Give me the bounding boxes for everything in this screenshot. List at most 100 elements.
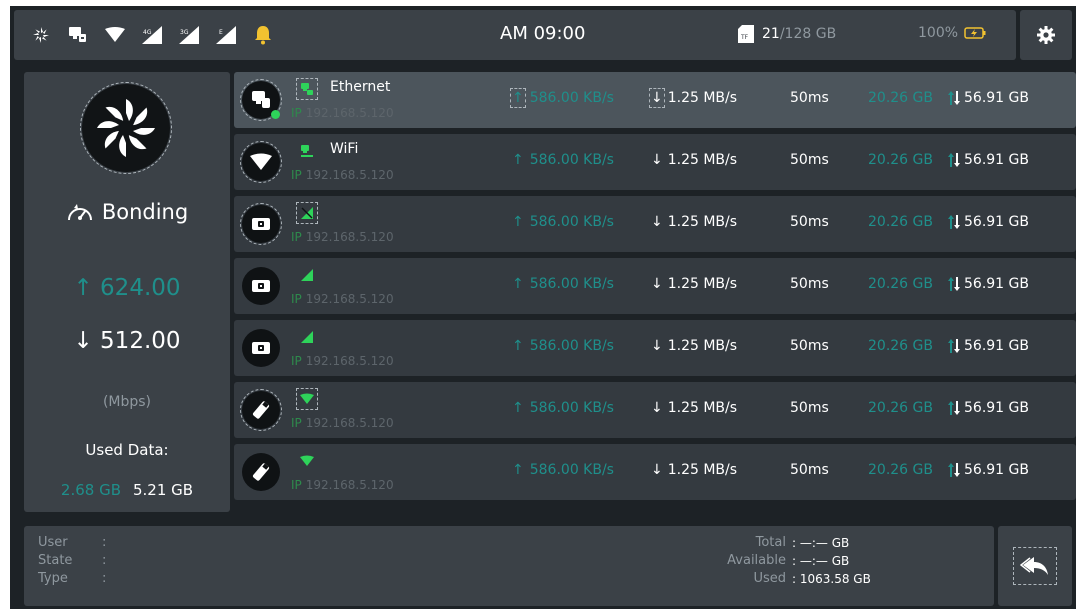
upload-value: 586.00 KB/s bbox=[529, 462, 614, 478]
battery-charging-icon bbox=[964, 27, 986, 39]
download-value: 1.25 MB/s bbox=[667, 214, 738, 230]
data-quota: Total: —:— GB Available: —:— GB Used: 10… bbox=[700, 534, 871, 588]
link-name: WiFi bbox=[330, 141, 359, 157]
signal-3g-icon: 3G bbox=[178, 24, 200, 46]
received-value: 56.91 GB bbox=[964, 152, 1029, 168]
sd-card-label: TF bbox=[740, 34, 749, 41]
latency: 50ms bbox=[790, 214, 829, 230]
back-button[interactable] bbox=[998, 526, 1072, 606]
upload-value: 586.00 KB/s bbox=[529, 152, 614, 168]
bonding-upload-value: 624.00 bbox=[100, 275, 181, 301]
upload-rate: ↑ 586.00 KB/s bbox=[512, 462, 614, 478]
storage-total: /128 GB bbox=[779, 26, 837, 42]
arrow-up-icon: ↑ bbox=[512, 400, 524, 416]
type-label: Type bbox=[38, 571, 68, 586]
account-info-bar: User: State: Type: Total: —:— GB Availab… bbox=[24, 526, 994, 606]
link-ip: IP 192.168.5.120 bbox=[291, 478, 394, 492]
download-rate: ↓ 1.25 MB/s bbox=[651, 276, 737, 292]
link-row-modem-1[interactable]: IP 192.168.5.120 ↑ 586.00 KB/s ↓ 1.25 MB/s … bbox=[234, 196, 1076, 252]
data-received: 56.91 GB bbox=[947, 276, 1029, 292]
rate-unit: (Mbps) bbox=[102, 394, 152, 410]
user-label: User bbox=[38, 535, 68, 550]
state-label: State bbox=[38, 553, 73, 568]
link-row-usb-1[interactable]: IP 192.168.5.120 ↑ 586.00 KB/s ↓ 1.25 MB/s … bbox=[234, 382, 1076, 438]
used-data-label: Used Data: bbox=[85, 441, 169, 459]
link-row-usb-2[interactable]: IP 192.168.5.120 ↑ 586.00 KB/s ↓ 1.25 MB/s … bbox=[234, 444, 1076, 500]
received-value: 56.91 GB bbox=[964, 338, 1029, 354]
data-received: 56.91 GB bbox=[947, 90, 1029, 106]
up-down-arrows-icon bbox=[947, 400, 961, 416]
ip-label: IP bbox=[291, 230, 302, 244]
sd-card-icon: TF bbox=[738, 25, 754, 43]
modem-icon bbox=[252, 218, 270, 230]
link-row-modem-3[interactable]: IP 192.168.5.120 ↑ 586.00 KB/s ↓ 1.25 MB/s … bbox=[234, 320, 1076, 376]
used-data-values: 2.68 GB 5.21 GB bbox=[24, 481, 230, 499]
download-value: 1.25 MB/s bbox=[667, 276, 738, 292]
ip-label: IP bbox=[291, 478, 302, 492]
settings-button[interactable] bbox=[1020, 10, 1072, 60]
upload-value: 586.00 KB/s bbox=[529, 214, 614, 230]
bonding-panel: Bonding ↑ 624.00 ↓ 512.00 (Mbps) Used Da… bbox=[24, 72, 230, 512]
signal-4g-icon: 4G bbox=[141, 24, 163, 46]
modem-icon bbox=[252, 280, 270, 292]
signal-strength-icon bbox=[298, 266, 316, 284]
data-sent: 20.26 GB bbox=[868, 338, 933, 354]
user-value: : bbox=[102, 535, 107, 550]
network-4g-label: 4G bbox=[143, 29, 152, 36]
download-value: 1.25 MB/s bbox=[667, 152, 738, 168]
data-sent: 20.26 GB bbox=[868, 462, 933, 478]
download-value: 1.25 MB/s bbox=[667, 462, 738, 478]
received-value: 56.91 GB bbox=[964, 214, 1029, 230]
up-down-arrows-icon bbox=[947, 90, 961, 106]
ip-label: IP bbox=[291, 354, 302, 368]
ip-label: IP bbox=[291, 106, 302, 120]
data-sent: 20.26 GB bbox=[868, 152, 933, 168]
link-icon bbox=[240, 79, 282, 121]
back-arrow-icon bbox=[1013, 547, 1057, 585]
arrow-down-icon: ↓ bbox=[651, 338, 663, 354]
status-dot bbox=[271, 110, 280, 119]
app-logo bbox=[80, 82, 172, 174]
download-rate: ↓ 1.25 MB/s bbox=[651, 152, 737, 168]
ethernet-icon bbox=[252, 91, 270, 108]
download-rate: ↓ 1.25 MB/s bbox=[651, 214, 737, 230]
battery-indicator: 100% bbox=[918, 25, 986, 41]
arrow-down-icon: ↓ bbox=[73, 328, 93, 354]
usb-dongle-icon bbox=[252, 463, 270, 481]
up-down-arrows-icon bbox=[947, 276, 961, 292]
bonding-download-value: 512.00 bbox=[100, 328, 181, 354]
total-label: Total bbox=[755, 535, 786, 550]
speedometer-icon bbox=[67, 204, 92, 221]
received-value: 56.91 GB bbox=[964, 276, 1029, 292]
ethernet-icon bbox=[67, 24, 89, 46]
data-sent: 20.26 GB bbox=[868, 214, 933, 230]
latency: 50ms bbox=[790, 462, 829, 478]
latency: 50ms bbox=[790, 400, 829, 416]
link-ip: IP 192.168.5.120 bbox=[291, 354, 394, 368]
arrow-up-icon: ↑ bbox=[73, 275, 93, 301]
download-value: 1.25 MB/s bbox=[667, 338, 738, 354]
signal-strength-icon bbox=[298, 328, 316, 346]
bell-icon[interactable] bbox=[252, 24, 274, 46]
upload-rate: ↑ 586.00 KB/s bbox=[512, 276, 614, 292]
arrow-up-icon: ↑ bbox=[512, 152, 524, 168]
latency: 50ms bbox=[790, 276, 829, 292]
data-received: 56.91 GB bbox=[947, 400, 1029, 416]
link-row-wifi[interactable]: WiFi IP 192.168.5.120 ↑ 586.00 KB/s ↓ 1.25 … bbox=[234, 134, 1076, 190]
data-received: 56.91 GB bbox=[947, 152, 1029, 168]
up-down-arrows-icon bbox=[947, 338, 961, 354]
available-label: Available bbox=[727, 553, 786, 568]
arrow-down-icon: ↓ bbox=[651, 276, 663, 292]
link-icon bbox=[240, 389, 282, 431]
link-icon bbox=[240, 203, 282, 245]
upload-rate: ↑ 586.00 KB/s bbox=[512, 152, 614, 168]
arrow-up-icon: ↑ bbox=[510, 88, 526, 108]
arrow-up-icon: ↑ bbox=[512, 276, 524, 292]
received-value: 56.91 GB bbox=[964, 90, 1029, 106]
network-3g-label: 3G bbox=[180, 29, 189, 36]
link-row-modem-2[interactable]: IP 192.168.5.120 ↑ 586.00 KB/s ↓ 1.25 MB/s … bbox=[234, 258, 1076, 314]
ip-label: IP bbox=[291, 416, 302, 430]
latency: 50ms bbox=[790, 90, 829, 106]
link-row-ethernet[interactable]: Ethernet IP 192.168.5.120 ↑ 586.00 KB/s ↓ 1… bbox=[234, 72, 1076, 128]
received-value: 56.91 GB bbox=[964, 462, 1029, 478]
